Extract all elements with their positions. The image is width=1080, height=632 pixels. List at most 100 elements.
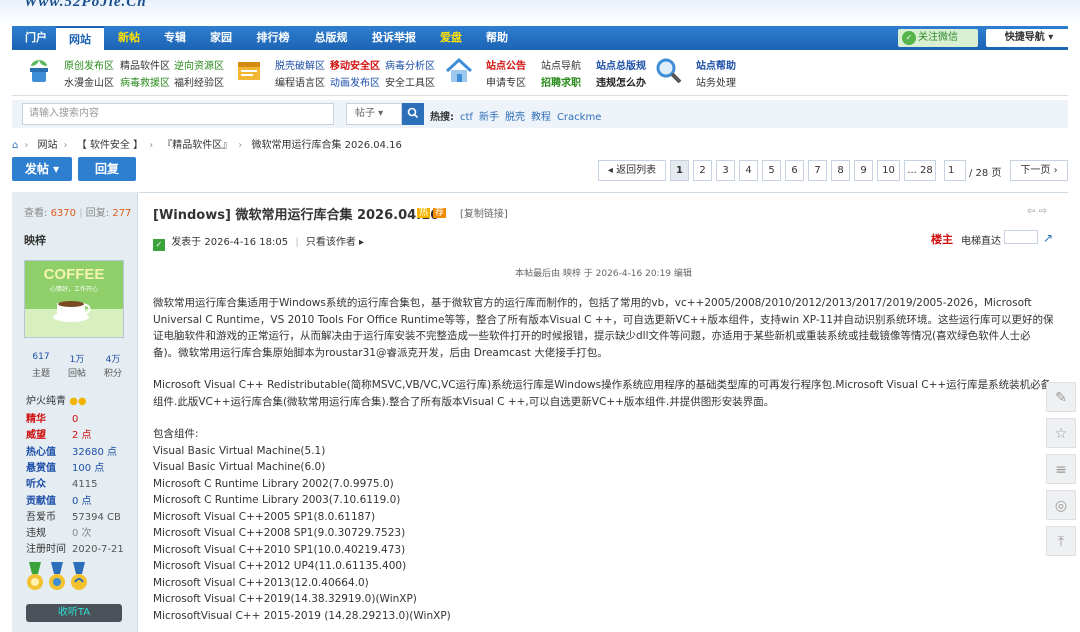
page-5[interactable]: 5 — [762, 160, 781, 181]
page-4[interactable]: 4 — [739, 160, 758, 181]
author-field-row: 听众 4115 — [26, 475, 97, 490]
home-icon[interactable]: ⌂ — [12, 140, 18, 151]
link-jobs[interactable]: 招聘求职 — [541, 74, 581, 89]
breadcrumb-site[interactable]: 网站 — [38, 140, 58, 151]
link-welfare[interactable]: 福利经验区 — [174, 74, 224, 89]
edit-icon[interactable]: ✎ — [1046, 382, 1076, 412]
favorite-star-icon[interactable]: ☆ — [1046, 418, 1076, 448]
link-original[interactable]: 原创发布区 — [64, 57, 114, 72]
only-author-link[interactable]: 只看该作者 ▸ — [306, 237, 364, 248]
nav-item-ranking[interactable]: 排行榜 — [248, 26, 298, 50]
author-field-value: 0 点 — [72, 495, 92, 507]
topics-count[interactable]: 617 — [24, 352, 58, 362]
medal-icon[interactable] — [48, 562, 66, 592]
follow-button[interactable]: 收听TA — [26, 604, 122, 622]
quick-nav-button[interactable]: 快捷导航 ▾ — [986, 29, 1072, 47]
medal-icon[interactable] — [70, 562, 88, 592]
search-button[interactable] — [402, 103, 424, 125]
nav-item-aipan[interactable]: 爱盘 — [432, 26, 470, 50]
hot-term[interactable]: Crackme — [557, 112, 601, 123]
hot-term[interactable]: 新手 — [479, 112, 499, 123]
link-security-tools[interactable]: 安全工具区 — [385, 74, 435, 89]
site-logo[interactable]: Www.52PoJie.Cn — [24, 0, 147, 11]
page-1[interactable]: 1 — [670, 160, 689, 181]
hot-term[interactable]: 脱壳 — [505, 112, 525, 123]
copy-link[interactable]: [复制链接] — [460, 205, 508, 220]
link-apply[interactable]: 申请专区 — [486, 74, 526, 89]
page-9[interactable]: 9 — [854, 160, 873, 181]
nav-item-albums[interactable]: 专辑 — [156, 26, 194, 50]
link-violation[interactable]: 违规怎么办 — [596, 74, 646, 89]
nav-item-report[interactable]: 投诉举报 — [364, 26, 424, 50]
elevator-input[interactable] — [1004, 230, 1038, 244]
author-field-row: 违规 0 次 — [26, 524, 92, 539]
page-input[interactable]: 1 — [944, 160, 966, 181]
breadcrumb: ⌂ › 网站 › 【 软件安全 】 › 『精品软件区』 › 微软常用运行库合集 2026… — [12, 140, 402, 151]
views-label: 查看: — [24, 208, 48, 219]
menu-icon[interactable]: ≡ — [1046, 454, 1076, 484]
floor-label: 楼主 — [931, 233, 953, 246]
nav-item-site[interactable]: 网站 — [56, 26, 104, 50]
page-last[interactable]: ... 28 — [904, 160, 936, 181]
link-programming[interactable]: 编程语言区 — [275, 74, 325, 89]
page-7[interactable]: 7 — [808, 160, 827, 181]
link-premium-software[interactable]: 精品软件区 — [120, 57, 170, 72]
posted-time: 发表于 2026-4-16 18:05 — [171, 237, 289, 248]
next-page-button[interactable]: 下一页 › — [1010, 160, 1068, 181]
author-name[interactable]: 映梓 — [24, 232, 46, 248]
link-reverse-resources[interactable]: 逆向资源区 — [174, 57, 224, 72]
wechat-follow-button[interactable]: ✓ 关注微信 — [898, 29, 978, 47]
nav-item-help[interactable]: 帮助 — [478, 26, 516, 50]
prev-thread-icon[interactable]: ⇦ — [1027, 206, 1035, 217]
back-to-list-button[interactable]: ◂ 返回列表 — [598, 160, 666, 181]
page-2[interactable]: 2 — [693, 160, 712, 181]
breadcrumb-premium[interactable]: 『精品软件区』 — [162, 140, 232, 151]
wechat-share-icon[interactable]: ◎ — [1046, 490, 1076, 520]
link-virus-rescue[interactable]: 病毒救援区 — [120, 74, 170, 89]
avatar[interactable]: COFFEE 心情好，工作开心 — [24, 260, 124, 338]
component-item: Visual Basic Virtual Machine(6.0) — [153, 461, 326, 473]
topics-label: 主题 — [31, 369, 50, 379]
author-field-value: 2020-7-21 — [72, 544, 124, 556]
post-content: [Windows] 微软常用运行库合集 2026.04.16 热 荐 [复制链接… — [139, 192, 1068, 632]
search-scope-select[interactable]: 帖子 ▾ — [346, 103, 402, 125]
author-field-key: 违规 — [26, 528, 46, 540]
nav-item-rules[interactable]: 总版规 — [306, 26, 356, 50]
breadcrumb-security[interactable]: 【 软件安全 】 — [77, 140, 143, 151]
page-6[interactable]: 6 — [785, 160, 804, 181]
link-announcement[interactable]: 站点公告 — [486, 57, 526, 72]
medal-icon[interactable] — [26, 562, 44, 592]
avatar-sub-text: 心情好，工作开心 — [50, 285, 98, 293]
next-thread-icon[interactable]: ⇨ — [1039, 206, 1047, 217]
search-input[interactable]: 请输入搜索内容 — [22, 103, 334, 125]
page-10[interactable]: 10 — [877, 160, 900, 181]
elevator-go-icon[interactable]: ↗ — [1043, 231, 1053, 245]
points-count[interactable]: 4万 — [96, 352, 130, 365]
posts-label: 回帖 — [67, 369, 86, 379]
link-site-rules[interactable]: 站点总版规 — [596, 57, 646, 72]
posts-count[interactable]: 1万 — [60, 352, 94, 365]
views-count: 6370 — [50, 208, 77, 219]
badge-icons: 热 荐 — [417, 205, 446, 218]
link-virus-analysis[interactable]: 病毒分析区 — [385, 57, 435, 72]
link-site-affairs[interactable]: 站务处理 — [696, 74, 736, 89]
author-field-value: 4115 — [72, 479, 98, 491]
link-unpack[interactable]: 脱壳破解区 — [275, 57, 325, 72]
prev-next-thread[interactable]: ⇦ ⇨ — [1027, 206, 1047, 217]
nav-item-home[interactable]: 家园 — [202, 26, 240, 50]
nav-item-portal[interactable]: 门户 — [22, 26, 50, 50]
hot-term[interactable]: ctf — [460, 112, 473, 123]
link-flood[interactable]: 水漫金山区 — [64, 74, 114, 89]
nav-item-new[interactable]: 新帖 — [110, 26, 148, 50]
hot-term[interactable]: 教程 — [531, 112, 551, 123]
link-site-help[interactable]: 站点帮助 — [696, 57, 736, 72]
link-animation[interactable]: 动画发布区 — [330, 74, 380, 89]
link-mobile-security[interactable]: 移动安全区 — [330, 57, 380, 72]
back-to-top-icon[interactable]: ⤒ — [1046, 526, 1076, 556]
edit-note: 本帖最后由 映梓 于 2026-4-16 20:19 编辑 — [515, 269, 692, 279]
author-field-key: 听众 — [26, 479, 46, 491]
page-3[interactable]: 3 — [716, 160, 735, 181]
link-site-nav[interactable]: 站点导航 — [541, 57, 581, 72]
replies-label: 回复: — [85, 208, 110, 219]
page-8[interactable]: 8 — [831, 160, 850, 181]
